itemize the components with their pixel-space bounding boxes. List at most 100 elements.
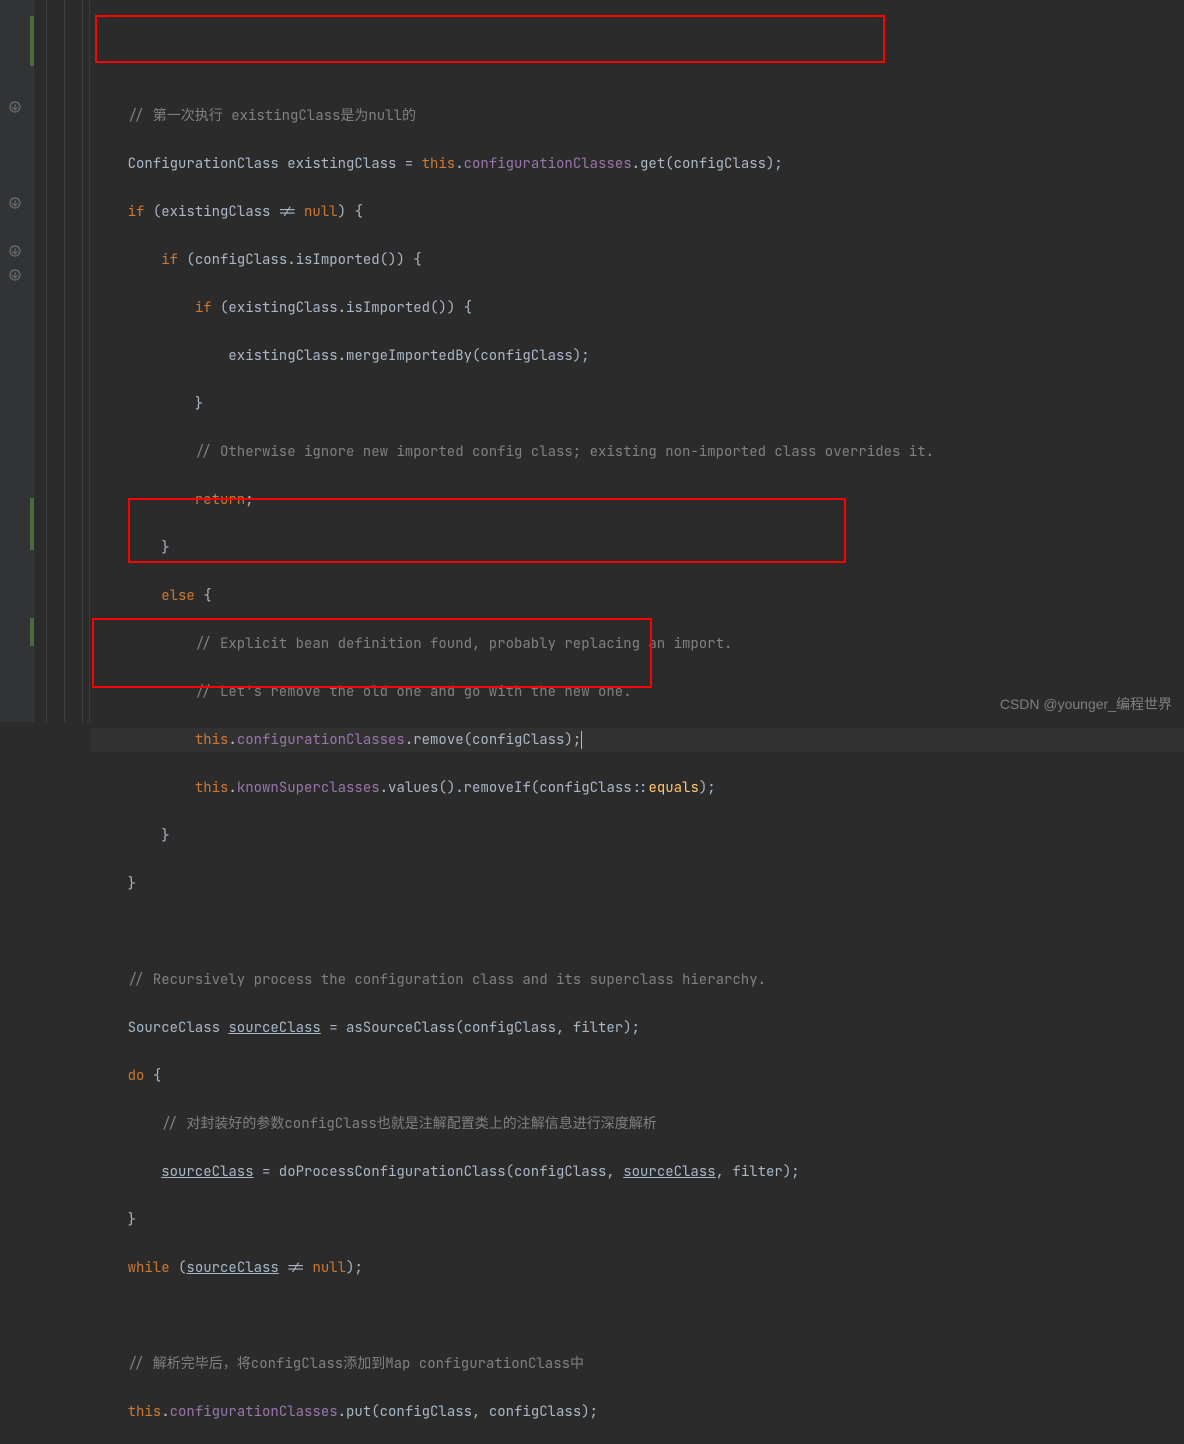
code-token: != (279, 1259, 313, 1277)
code-token: . (161, 1403, 169, 1421)
code-line[interactable]: if (existingClass != null) { (90, 200, 1184, 224)
code-token: this (195, 779, 229, 797)
code-token: if (161, 251, 178, 269)
code-token: } (94, 1211, 136, 1229)
code-line[interactable]: if (existingClass.isImported()) { (90, 296, 1184, 320)
code-token (94, 683, 195, 701)
code-line[interactable] (90, 1304, 1184, 1328)
code-token: // 对封装好的参数configClass也就是注解配置类上的注解信息进行深度解… (161, 1115, 657, 1133)
code-token (94, 155, 128, 173)
code-token: .values().removeIf(configClass:: (380, 779, 649, 797)
code-token: } (94, 875, 136, 893)
code-token (94, 971, 128, 989)
code-token (94, 635, 195, 653)
code-line[interactable]: this.knownSuperclasses.values().removeIf… (90, 776, 1184, 800)
code-token (94, 107, 128, 125)
code-token: ; (245, 491, 253, 509)
code-line[interactable]: // Recursively process the configuration… (90, 968, 1184, 992)
code-line[interactable]: } (90, 392, 1184, 416)
code-line[interactable]: // 第一次执行 existingClass是为null的 (90, 104, 1184, 128)
code-token: ) { (338, 203, 363, 221)
code-token: ConfigurationClass existingClass = (128, 155, 422, 173)
code-text-area[interactable]: // 第一次执行 existingClass是为null的 Configurat… (90, 0, 1184, 722)
code-line[interactable] (90, 920, 1184, 944)
code-token: sourceClass (161, 1163, 253, 1181)
code-line[interactable]: do { (90, 1064, 1184, 1088)
code-token: configurationClasses (464, 155, 632, 173)
code-line[interactable]: // 对封装好的参数configClass也就是注解配置类上的注解信息进行深度解… (90, 1112, 1184, 1136)
code-token (94, 587, 161, 605)
code-line[interactable]: else { (90, 584, 1184, 608)
code-line[interactable]: } (90, 872, 1184, 896)
code-token: while (128, 1259, 170, 1277)
code-token: = asSourceClass(configClass, filter); (321, 1019, 640, 1037)
code-token: configurationClasses (237, 731, 405, 749)
code-token: this (422, 155, 456, 173)
code-line[interactable]: // Explicit bean definition found, proba… (90, 632, 1184, 656)
code-token (94, 1115, 161, 1133)
code-token: = doProcessConfigurationClass(configClas… (254, 1163, 624, 1181)
code-line[interactable]: if (configClass.isImported()) { (90, 248, 1184, 272)
code-token (94, 299, 195, 317)
method-override-icon[interactable] (8, 100, 22, 114)
code-line[interactable]: } (90, 824, 1184, 848)
indent-guide-area (34, 0, 90, 722)
code-token: equals (648, 779, 698, 797)
code-token: ( (170, 1259, 187, 1277)
code-line[interactable]: SourceClass sourceClass = asSourceClass(… (90, 1016, 1184, 1040)
code-token: sourceClass (228, 1019, 320, 1037)
code-token: null (312, 1259, 346, 1277)
code-token (94, 731, 195, 749)
code-token (94, 443, 195, 461)
code-token: // 第一次执行 existingClass是为null的 (128, 107, 416, 125)
code-token: .remove(configClass); (405, 731, 581, 749)
code-token: // Explicit bean definition found, proba… (195, 635, 733, 653)
code-line[interactable]: } (90, 536, 1184, 560)
code-token: (existingClass.isImported()) { (212, 299, 472, 317)
code-token: // Let's remove the old one and go with … (195, 683, 632, 701)
code-token: else (161, 587, 195, 605)
code-line[interactable]: return; (90, 488, 1184, 512)
code-token: . (228, 731, 236, 749)
code-token: return (195, 491, 245, 509)
code-token: { (195, 587, 212, 605)
watermark-text: CSDN @younger_编程世界 (1000, 694, 1172, 714)
code-token (94, 779, 195, 797)
code-line[interactable]: } (90, 1208, 1184, 1232)
method-override-icon[interactable] (8, 244, 22, 258)
code-line[interactable]: this.configurationClasses.put(configClas… (90, 1400, 1184, 1424)
code-token: this (128, 1403, 162, 1421)
code-editor[interactable]: // 第一次执行 existingClass是为null的 Configurat… (0, 0, 1184, 722)
code-line[interactable]: while (sourceClass != null); (90, 1256, 1184, 1280)
text-cursor (581, 731, 582, 749)
code-token: .get(configClass); (632, 155, 783, 173)
code-line[interactable]: sourceClass = doProcessConfigurationClas… (90, 1160, 1184, 1184)
code-token: } (94, 539, 170, 557)
code-token: configurationClasses (170, 1403, 338, 1421)
code-line[interactable]: existingClass.mergeImportedBy(configClas… (90, 344, 1184, 368)
method-override-icon[interactable] (8, 268, 22, 282)
code-token: .put(configClass, configClass); (338, 1403, 598, 1421)
code-token: existingClass.mergeImportedBy(configClas… (94, 347, 590, 365)
code-token: SourceClass (94, 1019, 228, 1037)
code-line[interactable]: // 解析完毕后，将configClass添加到Map configuratio… (90, 1352, 1184, 1376)
code-token: if (195, 299, 212, 317)
code-token (94, 1259, 128, 1277)
method-override-icon[interactable] (8, 196, 22, 210)
code-token (94, 203, 128, 221)
code-token: this (195, 731, 229, 749)
code-token: } (94, 827, 170, 845)
code-token (94, 251, 161, 269)
code-token: sourceClass (186, 1259, 278, 1277)
code-token: if (128, 203, 145, 221)
code-token: do (128, 1067, 145, 1085)
code-token: sourceClass (623, 1163, 715, 1181)
code-token (94, 491, 195, 509)
code-line[interactable]: this.configurationClasses.remove(configC… (90, 728, 1184, 752)
code-token (94, 1355, 128, 1373)
code-token: ); (699, 779, 716, 797)
code-token (94, 1067, 128, 1085)
code-line[interactable]: // Otherwise ignore new imported config … (90, 440, 1184, 464)
code-token: // 解析完毕后，将configClass添加到Map configuratio… (128, 1355, 584, 1373)
code-line[interactable]: ConfigurationClass existingClass = this.… (90, 152, 1184, 176)
